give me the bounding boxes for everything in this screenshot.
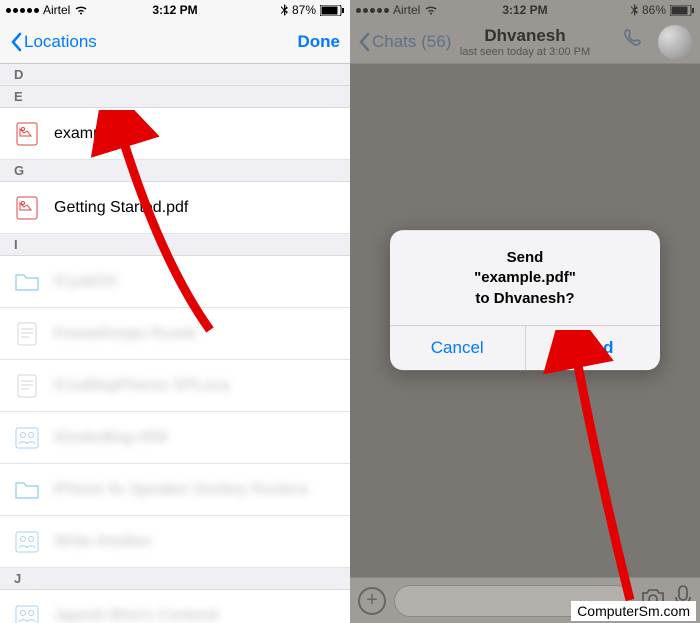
file-label: Kowashoopo Rusek	[54, 325, 196, 343]
people-icon	[14, 425, 40, 451]
chat-nav-bar: Chats (56) Dhvanesh last seen today at 3…	[350, 20, 700, 64]
file-row[interactable]: iCosBlopPheres SPLoca	[0, 360, 350, 412]
chat-title[interactable]: Dhvanesh last seen today at 3:00 PM	[460, 26, 590, 58]
back-button[interactable]: Locations	[10, 32, 97, 52]
file-row[interactable]: example.pdf	[0, 108, 350, 160]
file-label: Getting Started.pdf	[54, 199, 188, 217]
call-icon[interactable]	[622, 27, 646, 56]
doc-icon	[14, 321, 40, 347]
done-button[interactable]: Done	[298, 32, 341, 52]
file-row[interactable]: iPhone 6s Speaker Dockey Ructera	[0, 464, 350, 516]
file-label: iCosBlopPheres SPLoca	[54, 377, 229, 395]
signal-icon	[356, 8, 389, 13]
file-label: iCyukOS	[54, 273, 117, 291]
folder-icon	[14, 269, 40, 295]
file-label: Japesh Bhoi's Contend	[54, 607, 218, 623]
cancel-button[interactable]: Cancel	[390, 326, 525, 370]
chats-back-label: Chats (56)	[372, 32, 451, 52]
pdf-icon	[14, 121, 40, 147]
alert-line3: to Dhvanesh?	[406, 289, 644, 309]
section-header: D	[0, 64, 350, 86]
section-header: E	[0, 86, 350, 108]
file-row[interactable]: iCyukOS	[0, 256, 350, 308]
wifi-icon	[424, 5, 438, 15]
alert-line1: Send	[406, 248, 644, 268]
battery-icon	[320, 5, 344, 16]
attach-button[interactable]: +	[358, 587, 386, 615]
watermark: ComputerSm.com	[571, 601, 696, 621]
file-label: iPhone 6s Speaker Dockey Ructera	[54, 481, 307, 499]
section-header: J	[0, 568, 350, 590]
people-icon	[14, 603, 40, 623]
alert-line2: "example.pdf"	[406, 268, 644, 288]
back-label: Locations	[24, 32, 97, 52]
battery-pct: 86%	[642, 3, 666, 17]
battery-icon	[670, 5, 694, 16]
chevron-left-icon	[358, 32, 370, 52]
carrier-label: Airtel	[43, 3, 70, 17]
carrier-label: Airtel	[393, 3, 420, 17]
pdf-icon	[14, 195, 40, 221]
clock-label: 3:12 PM	[152, 3, 197, 17]
file-label: example.pdf	[54, 125, 141, 143]
send-button[interactable]: Send	[525, 326, 661, 370]
battery-pct: 87%	[292, 3, 316, 17]
send-alert: Send "example.pdf" to Dhvanesh? Cancel S…	[390, 230, 660, 370]
wifi-icon	[74, 5, 88, 15]
chevron-left-icon	[10, 32, 22, 52]
file-row[interactable]: Getting Started.pdf	[0, 182, 350, 234]
doc-icon	[14, 373, 40, 399]
section-header: I	[0, 234, 350, 256]
nav-bar: Locations Done	[0, 20, 350, 64]
clock-label: 3:12 PM	[502, 3, 547, 17]
file-row[interactable]: iGoskoBog-AfW	[0, 412, 350, 464]
file-label: iGoskoBog-AfW	[54, 429, 168, 447]
file-label: Write-Artobes	[54, 533, 152, 551]
folder-icon	[14, 477, 40, 503]
people-icon	[14, 529, 40, 555]
section-header: G	[0, 160, 350, 182]
file-row[interactable]: Write-Artobes	[0, 516, 350, 568]
avatar[interactable]	[658, 25, 692, 59]
left-screen: Airtel 3:12 PM 87% Locations Done DEexam…	[0, 0, 350, 623]
contact-name: Dhvanesh	[460, 26, 590, 46]
file-row[interactable]: Japesh Bhoi's Contend	[0, 590, 350, 623]
status-bar: Airtel 3:12 PM 87%	[0, 0, 350, 20]
bluetooth-icon	[281, 4, 288, 16]
chats-back-button[interactable]: Chats (56)	[358, 32, 451, 52]
alert-message: Send "example.pdf" to Dhvanesh?	[390, 230, 660, 325]
status-bar: Airtel 3:12 PM 86%	[350, 0, 700, 20]
file-row[interactable]: Kowashoopo Rusek	[0, 308, 350, 360]
right-screen: Airtel 3:12 PM 86% Chats (56) Dhvanesh l…	[350, 0, 700, 623]
file-list[interactable]: DEexample.pdf G Getting Started.pdf IiCyukO…	[0, 64, 350, 623]
signal-icon	[6, 8, 39, 13]
bluetooth-icon	[631, 4, 638, 16]
last-seen: last seen today at 3:00 PM	[460, 46, 590, 58]
